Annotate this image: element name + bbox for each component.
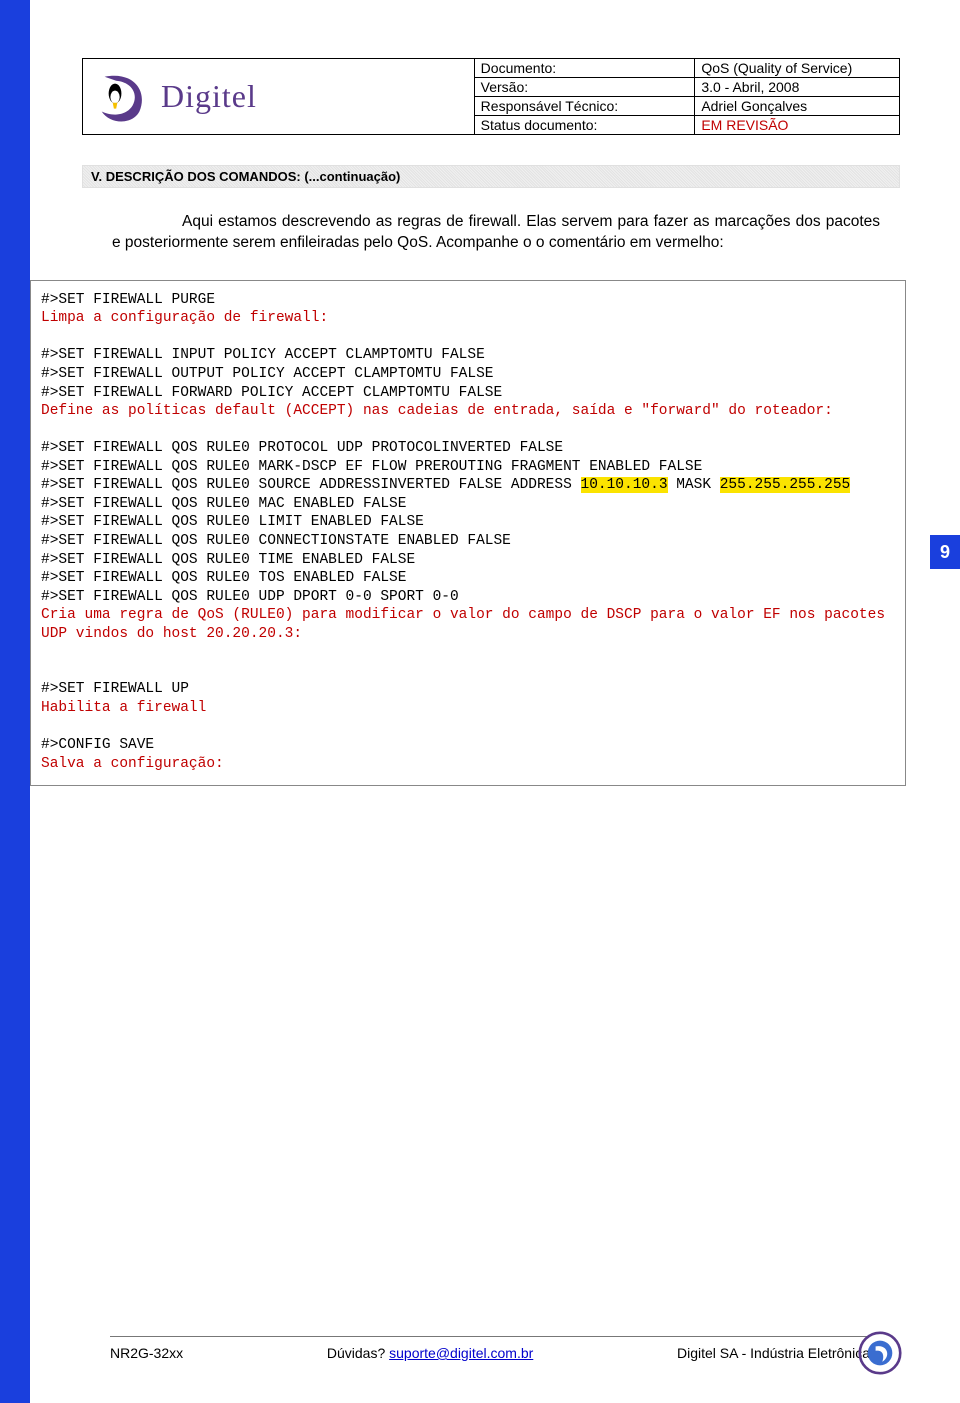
meta-value-status: EM REVISÃO: [695, 116, 899, 134]
intro-text: Aqui estamos descrevendo as regras de fi…: [112, 213, 880, 251]
cmd-line: #>SET FIREWALL QOS RULE0 UDP DPORT 0-0 S…: [41, 589, 459, 605]
cmd-line: #>SET FIREWALL QOS RULE0 PROTOCOL UDP PR…: [41, 440, 563, 456]
meta-label: Status documento:: [475, 116, 696, 134]
cmd-line: #>SET FIREWALL QOS RULE0 MARK-DSCP EF FL…: [41, 459, 702, 475]
page-content: Digitel Documento: QoS (Quality of Servi…: [30, 0, 960, 1403]
meta-table: Documento: QoS (Quality of Service) Vers…: [475, 59, 899, 134]
meta-value: QoS (Quality of Service): [695, 59, 899, 77]
meta-label: Responsável Técnico:: [475, 97, 696, 115]
header-table: Digitel Documento: QoS (Quality of Servi…: [82, 58, 900, 135]
cmd-line: #>CONFIG SAVE: [41, 737, 154, 753]
footer-center: Dúvidas? suporte@digitel.com.br: [327, 1345, 533, 1361]
cmd-line: #>SET FIREWALL QOS RULE0 TOS ENABLED FAL…: [41, 570, 406, 586]
left-margin-bar: [0, 0, 30, 1403]
cmd-line: #>SET FIREWALL QOS RULE0 MAC ENABLED FAL…: [41, 496, 406, 512]
meta-row-responsible: Responsável Técnico: Adriel Gonçalves: [475, 97, 899, 116]
footer-right: Digitel SA - Indústria Eletrônica: [677, 1345, 870, 1361]
meta-row-version: Versão: 3.0 - Abril, 2008: [475, 78, 899, 97]
cmd-line: #>SET FIREWALL PURGE: [41, 292, 215, 308]
page-footer: NR2G-32xx Dúvidas? suporte@digitel.com.b…: [110, 1345, 870, 1361]
support-email-link[interactable]: suporte@digitel.com.br: [389, 1345, 533, 1361]
cmd-line: #>SET FIREWALL QOS RULE0 SOURCE ADDRESSI…: [41, 477, 581, 493]
meta-row-document: Documento: QoS (Quality of Service): [475, 59, 899, 78]
meta-value: 3.0 - Abril, 2008: [695, 78, 899, 96]
logo-icon: [93, 68, 151, 126]
cmd-line: MASK: [668, 477, 720, 493]
footer-seal-icon: [858, 1331, 902, 1375]
highlighted-ip: 10.10.10.3: [581, 477, 668, 493]
cmd-comment: Define as políticas default (ACCEPT) nas…: [41, 403, 833, 419]
meta-row-status: Status documento: EM REVISÃO: [475, 116, 899, 134]
logo-cell: Digitel: [83, 59, 475, 134]
meta-value: Adriel Gonçalves: [695, 97, 899, 115]
footer-separator: [110, 1336, 870, 1337]
cmd-line: #>SET FIREWALL UP: [41, 681, 189, 697]
code-listing: #>SET FIREWALL PURGE Limpa a configuraçã…: [30, 280, 906, 786]
section-heading: V. DESCRIÇÃO DOS COMANDOS: (...continuaç…: [82, 165, 900, 188]
cmd-comment: Cria uma regra de QoS (RULE0) para modif…: [41, 607, 894, 642]
page-root: 9 Digitel Documento: QoS (Quality of Ser: [0, 0, 960, 1403]
footer-support-prefix: Dúvidas?: [327, 1345, 389, 1361]
cmd-comment: Limpa a configuração de firewall:: [41, 310, 328, 326]
cmd-comment: Salva a configuração:: [41, 756, 224, 772]
cmd-line: #>SET FIREWALL FORWARD POLICY ACCEPT CLA…: [41, 385, 502, 401]
cmd-line: #>SET FIREWALL OUTPUT POLICY ACCEPT CLAM…: [41, 366, 493, 382]
meta-label: Documento:: [475, 59, 696, 77]
logo-text: Digitel: [161, 78, 257, 115]
cmd-comment: Habilita a firewall: [41, 700, 206, 716]
intro-paragraph: Aqui estamos descrevendo as regras de fi…: [112, 212, 880, 254]
cmd-line: #>SET FIREWALL QOS RULE0 LIMIT ENABLED F…: [41, 514, 424, 530]
meta-label: Versão:: [475, 78, 696, 96]
cmd-line: #>SET FIREWALL QOS RULE0 CONNECTIONSTATE…: [41, 533, 511, 549]
highlighted-mask: 255.255.255.255: [720, 477, 851, 493]
cmd-line: #>SET FIREWALL INPUT POLICY ACCEPT CLAMP…: [41, 347, 485, 363]
cmd-line: #>SET FIREWALL QOS RULE0 TIME ENABLED FA…: [41, 552, 415, 568]
footer-left: NR2G-32xx: [110, 1345, 183, 1361]
